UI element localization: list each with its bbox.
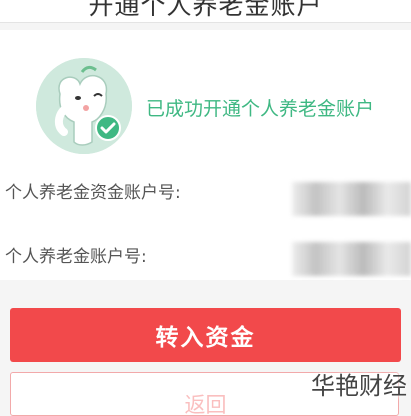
pension-account-value-masked bbox=[292, 242, 411, 276]
success-message: 已成功开通个人养老金账户 bbox=[146, 98, 375, 120]
pension-fund-account-label: 个人养老金资金账户号: bbox=[5, 183, 181, 203]
elephant-mascot-icon bbox=[36, 58, 132, 154]
pension-fund-account-value-masked bbox=[292, 182, 411, 216]
page-title: 开通个人养老金账户 bbox=[88, 0, 323, 20]
pension-account-label: 个人养老金账户号: bbox=[5, 247, 147, 267]
result-card: 已成功开通个人养老金账户 个人养老金资金账户号: 个人养老金账户号: bbox=[0, 30, 411, 280]
transfer-funds-button[interactable]: 转入资金 bbox=[10, 308, 401, 362]
watermark: 华艳财经 bbox=[311, 372, 407, 400]
nav-bar: 开通个人养老金账户 bbox=[0, 0, 411, 23]
